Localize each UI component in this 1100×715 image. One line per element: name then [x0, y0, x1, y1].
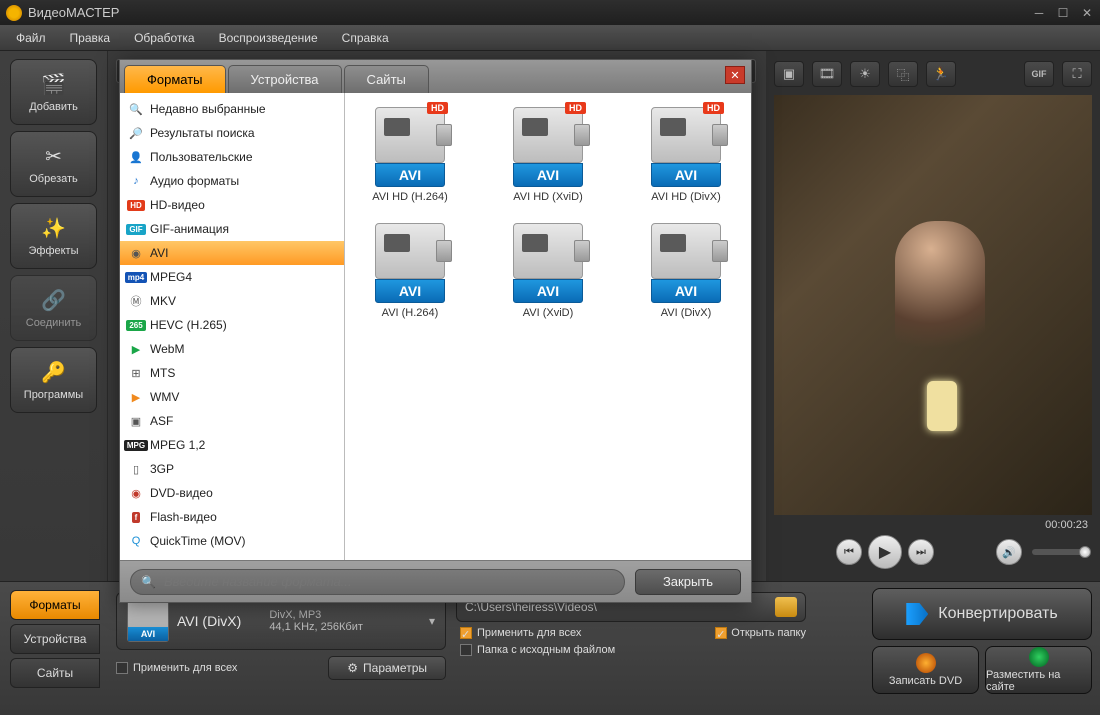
- popup-close-x[interactable]: ✕: [725, 66, 745, 84]
- join-icon: 🔗: [38, 287, 70, 313]
- apply-all-path-checkbox[interactable]: ✓Применить для всех: [460, 627, 581, 639]
- play-button[interactable]: ▶: [868, 535, 902, 569]
- cut-icon: ✂: [38, 143, 70, 169]
- category-8[interactable]: ⓂMKV: [120, 289, 344, 313]
- menu-Файл[interactable]: Файл: [6, 28, 56, 48]
- preview-toolbar: ▣ 🎞 ☀ ⿻ 🏃 GIF ⛶: [774, 59, 1092, 89]
- gear-icon: ⚙: [347, 661, 358, 675]
- preset-0[interactable]: HDAVIAVI HD (H.264): [355, 107, 465, 203]
- open-folder-button[interactable]: ✓Открыть папку: [715, 627, 806, 639]
- volume-slider[interactable]: [1032, 549, 1084, 555]
- category-0[interactable]: 🔍Недавно выбранные: [120, 97, 344, 121]
- browse-folder-button[interactable]: [775, 597, 797, 617]
- fx-icon: ✨: [38, 215, 70, 241]
- category-18[interactable]: QQuickTime (MOV): [120, 529, 344, 553]
- maximize-button[interactable]: ☐: [1056, 6, 1070, 20]
- menu-bar: ФайлПравкаОбработкаВоспроизведениеСправк…: [0, 25, 1100, 51]
- tool-programs[interactable]: 🔑Программы: [10, 347, 97, 413]
- popup-tab-0[interactable]: Форматы: [124, 65, 226, 93]
- timecode: 00:00:23: [774, 515, 1092, 533]
- preview-pane: ▣ 🎞 ☀ ⿻ 🏃 GIF ⛶ 00:00:23 ⏮ ▶ ⏭ 🔊: [766, 51, 1100, 581]
- format-dropdown-arrow[interactable]: ▾: [429, 614, 435, 628]
- left-toolbar: 🎬Добавить✂Обрезать✨Эффекты🔗Соединить🔑Про…: [0, 51, 108, 581]
- category-5[interactable]: GIFGIF-анимация: [120, 217, 344, 241]
- tool-join: 🔗Соединить: [10, 275, 97, 341]
- category-2[interactable]: 👤Пользовательские: [120, 145, 344, 169]
- speed-icon[interactable]: 🏃: [926, 61, 956, 87]
- globe-icon: [1029, 647, 1049, 667]
- close-window-button[interactable]: ✕: [1080, 6, 1094, 20]
- format-popup: ФорматыУстройстваСайты ✕ 🔍Недавно выбранн…: [119, 59, 752, 603]
- menu-Воспроизведение[interactable]: Воспроизведение: [209, 28, 328, 48]
- gif-icon[interactable]: GIF: [1024, 61, 1054, 87]
- app-logo: [6, 5, 22, 21]
- bottom-tab-1[interactable]: Устройства: [10, 624, 100, 654]
- category-9[interactable]: 265HEVC (H.265): [120, 313, 344, 337]
- format-thumb: AVI: [127, 600, 169, 642]
- popup-close-button[interactable]: Закрыть: [635, 569, 741, 595]
- fullscreen-icon[interactable]: ⛶: [1062, 61, 1092, 87]
- category-7[interactable]: mp4MPEG4: [120, 265, 344, 289]
- popup-tab-1[interactable]: Устройства: [228, 65, 342, 93]
- apply-all-format-checkbox[interactable]: Применить для всех: [116, 662, 237, 674]
- bottom-tab-0[interactable]: Форматы: [10, 590, 100, 620]
- format-name: AVI (DivX): [177, 613, 241, 629]
- category-11[interactable]: ⊞MTS: [120, 361, 344, 385]
- add-icon: 🎬: [38, 71, 70, 97]
- dvd-icon: [916, 653, 936, 673]
- convert-icon: [906, 603, 928, 625]
- tool-add[interactable]: 🎬Добавить: [10, 59, 97, 125]
- category-4[interactable]: HDHD-видео: [120, 193, 344, 217]
- category-6[interactable]: ◉AVI: [120, 241, 344, 265]
- preset-5[interactable]: AVIAVI (DivX): [631, 223, 741, 319]
- source-folder-checkbox[interactable]: Папка с исходным файлом: [460, 644, 615, 656]
- next-button[interactable]: ⏭: [908, 539, 934, 565]
- search-icon: 🔍: [141, 575, 156, 589]
- category-3[interactable]: ♪Аудио форматы: [120, 169, 344, 193]
- crop-icon[interactable]: ▣: [774, 61, 804, 87]
- minimize-button[interactable]: ─: [1032, 6, 1046, 20]
- params-button[interactable]: ⚙Параметры: [328, 656, 446, 680]
- popup-tabs: ФорматыУстройстваСайты ✕: [120, 60, 751, 93]
- popup-tab-2[interactable]: Сайты: [344, 65, 429, 93]
- category-13[interactable]: ▣ASF: [120, 409, 344, 433]
- category-14[interactable]: MPGMPEG 1,2: [120, 433, 344, 457]
- frame-icon[interactable]: ⿻: [888, 61, 918, 87]
- preset-3[interactable]: AVIAVI (H.264): [355, 223, 465, 319]
- menu-Справка[interactable]: Справка: [332, 28, 399, 48]
- volume-button[interactable]: 🔊: [996, 539, 1022, 565]
- format-search-box[interactable]: 🔍: [130, 569, 625, 595]
- app-title: ВидеоМАСТЕР: [28, 5, 119, 20]
- clip-icon[interactable]: 🎞: [812, 61, 842, 87]
- tool-cut[interactable]: ✂Обрезать: [10, 131, 97, 197]
- prev-button[interactable]: ⏮: [836, 539, 862, 565]
- category-15[interactable]: ▯3GP: [120, 457, 344, 481]
- convert-button[interactable]: Конвертировать: [872, 588, 1092, 640]
- burn-dvd-button[interactable]: Записать DVD: [872, 646, 979, 694]
- category-list: 🔍Недавно выбранные🔎Результаты поиска👤Пол…: [120, 93, 345, 560]
- menu-Правка[interactable]: Правка: [60, 28, 121, 48]
- preset-grid: HDAVIAVI HD (H.264) HDAVIAVI HD (XviD) HDA…: [345, 93, 751, 560]
- category-12[interactable]: ▶WMV: [120, 385, 344, 409]
- programs-icon: 🔑: [38, 359, 70, 385]
- format-search-input[interactable]: [164, 574, 614, 589]
- tool-fx[interactable]: ✨Эффекты: [10, 203, 97, 269]
- category-16[interactable]: ◉DVD-видео: [120, 481, 344, 505]
- category-10[interactable]: ▶WebM: [120, 337, 344, 361]
- category-17[interactable]: fFlash-видео: [120, 505, 344, 529]
- bottom-tab-2[interactable]: Сайты: [10, 658, 100, 688]
- preview-video[interactable]: [774, 95, 1092, 515]
- category-1[interactable]: 🔎Результаты поиска: [120, 121, 344, 145]
- title-bar: ВидеоМАСТЕР ─ ☐ ✕: [0, 0, 1100, 25]
- preset-2[interactable]: HDAVIAVI HD (DivX): [631, 107, 741, 203]
- preset-1[interactable]: HDAVIAVI HD (XviD): [493, 107, 603, 203]
- preset-4[interactable]: AVIAVI (XviD): [493, 223, 603, 319]
- menu-Обработка[interactable]: Обработка: [124, 28, 205, 48]
- share-site-button[interactable]: Разместить на сайте: [985, 646, 1092, 694]
- brightness-icon[interactable]: ☀: [850, 61, 880, 87]
